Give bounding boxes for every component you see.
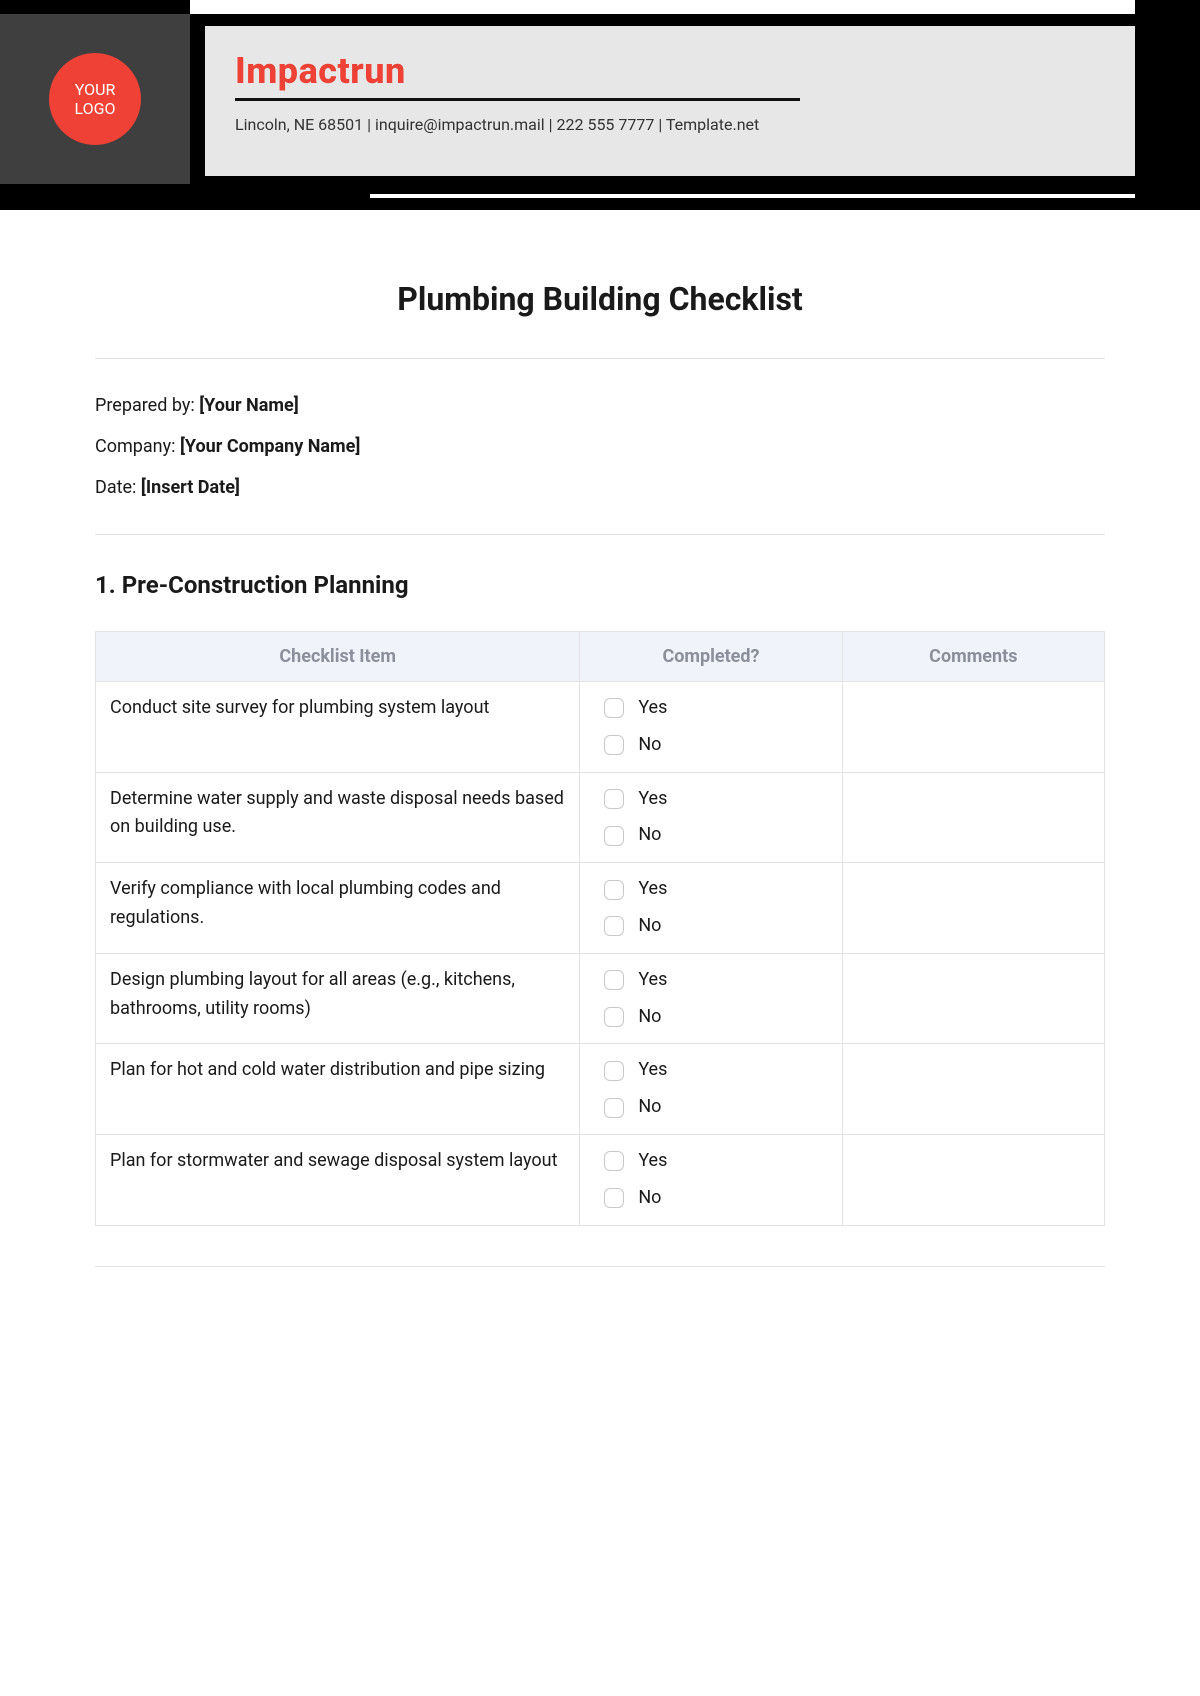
yes-label: Yes [638, 1056, 667, 1085]
checkbox-icon[interactable] [604, 880, 624, 900]
comments-cell[interactable] [842, 772, 1104, 863]
checkbox-icon[interactable] [604, 789, 624, 809]
checkbox-icon[interactable] [604, 698, 624, 718]
checklist-item-text: Conduct site survey for plumbing system … [96, 682, 580, 773]
table-row: Design plumbing layout for all areas (e.… [96, 953, 1105, 1044]
checklist-item-text: Plan for stormwater and sewage disposal … [96, 1134, 580, 1225]
company-underline [235, 98, 800, 101]
yes-option[interactable]: Yes [604, 1147, 667, 1176]
comments-cell[interactable] [842, 953, 1104, 1044]
comments-cell[interactable] [842, 1044, 1104, 1135]
checkbox-icon[interactable] [604, 970, 624, 990]
divider [95, 534, 1105, 535]
table-header-row: Checklist Item Completed? Comments [96, 632, 1105, 682]
document-content: Plumbing Building Checklist Prepared by:… [0, 210, 1200, 1327]
completed-cell: Yes No [580, 772, 842, 863]
yes-label: Yes [638, 694, 667, 723]
yes-label: Yes [638, 785, 667, 814]
yes-option[interactable]: Yes [604, 785, 667, 814]
meta-value: [Insert Date] [141, 477, 240, 498]
no-option[interactable]: No [604, 1093, 661, 1122]
checklist-table: Checklist Item Completed? Comments Condu… [95, 631, 1105, 1226]
meta-label: Date: [95, 477, 141, 498]
yes-label: Yes [638, 966, 667, 995]
checkbox-icon[interactable] [604, 735, 624, 755]
logo-box: YOUR LOGO [0, 14, 190, 184]
checkbox-icon[interactable] [604, 1151, 624, 1171]
company-name: Impactrun [235, 50, 1105, 92]
checklist-item-text: Determine water supply and waste disposa… [96, 772, 580, 863]
col-comments: Comments [842, 632, 1104, 682]
logo-text-line2: LOGO [74, 99, 115, 118]
checkbox-icon[interactable] [604, 1007, 624, 1027]
no-label: No [638, 912, 661, 941]
checkbox-icon[interactable] [604, 826, 624, 846]
yes-option[interactable]: Yes [604, 694, 667, 723]
completed-cell: Yes No [580, 863, 842, 954]
checkbox-icon[interactable] [604, 1188, 624, 1208]
table-row: Plan for stormwater and sewage disposal … [96, 1134, 1105, 1225]
table-row: Determine water supply and waste disposa… [96, 772, 1105, 863]
comments-cell[interactable] [842, 682, 1104, 773]
yes-option[interactable]: Yes [604, 875, 667, 904]
checklist-item-text: Design plumbing layout for all areas (e.… [96, 953, 580, 1044]
completed-cell: Yes No [580, 1134, 842, 1225]
no-option[interactable]: No [604, 731, 661, 760]
no-option[interactable]: No [604, 912, 661, 941]
checkbox-icon[interactable] [604, 916, 624, 936]
no-option[interactable]: No [604, 1003, 661, 1032]
header-bottom-accent [370, 194, 1135, 198]
header-band: YOUR LOGO Impactrun Lincoln, NE 68501 | … [0, 0, 1200, 210]
completed-cell: Yes No [580, 682, 842, 773]
no-option[interactable]: No [604, 821, 661, 850]
divider [95, 358, 1105, 359]
company-info: Lincoln, NE 68501 | inquire@impactrun.ma… [235, 115, 1105, 134]
no-label: No [638, 1184, 661, 1213]
meta-label: Company: [95, 436, 180, 457]
document-title: Plumbing Building Checklist [95, 280, 1105, 318]
no-label: No [638, 731, 661, 760]
no-label: No [638, 821, 661, 850]
yes-label: Yes [638, 875, 667, 904]
meta-prepared-by: Prepared by: [Your Name] [95, 395, 1105, 416]
completed-cell: Yes No [580, 1044, 842, 1135]
table-row: Conduct site survey for plumbing system … [96, 682, 1105, 773]
comments-cell[interactable] [842, 1134, 1104, 1225]
col-item: Checklist Item [96, 632, 580, 682]
yes-option[interactable]: Yes [604, 1056, 667, 1085]
section-1-title: 1. Pre-Construction Planning [95, 571, 1105, 599]
checkbox-icon[interactable] [604, 1061, 624, 1081]
col-completed: Completed? [580, 632, 842, 682]
logo-text-line1: YOUR [75, 80, 116, 99]
no-option[interactable]: No [604, 1184, 661, 1213]
meta-value: [Your Name] [199, 395, 299, 416]
logo-placeholder: YOUR LOGO [49, 53, 141, 145]
no-label: No [638, 1003, 661, 1032]
checklist-item-text: Plan for hot and cold water distribution… [96, 1044, 580, 1135]
no-label: No [638, 1093, 661, 1122]
header-card: Impactrun Lincoln, NE 68501 | inquire@im… [205, 26, 1135, 176]
yes-label: Yes [638, 1147, 667, 1176]
table-row: Plan for hot and cold water distribution… [96, 1044, 1105, 1135]
comments-cell[interactable] [842, 863, 1104, 954]
meta-company: Company: [Your Company Name] [95, 436, 1105, 457]
checkbox-icon[interactable] [604, 1098, 624, 1118]
meta-value: [Your Company Name] [180, 436, 360, 457]
checklist-item-text: Verify compliance with local plumbing co… [96, 863, 580, 954]
meta-label: Prepared by: [95, 395, 199, 416]
completed-cell: Yes No [580, 953, 842, 1044]
meta-date: Date: [Insert Date] [95, 477, 1105, 498]
yes-option[interactable]: Yes [604, 966, 667, 995]
table-row: Verify compliance with local plumbing co… [96, 863, 1105, 954]
divider [95, 1266, 1105, 1267]
